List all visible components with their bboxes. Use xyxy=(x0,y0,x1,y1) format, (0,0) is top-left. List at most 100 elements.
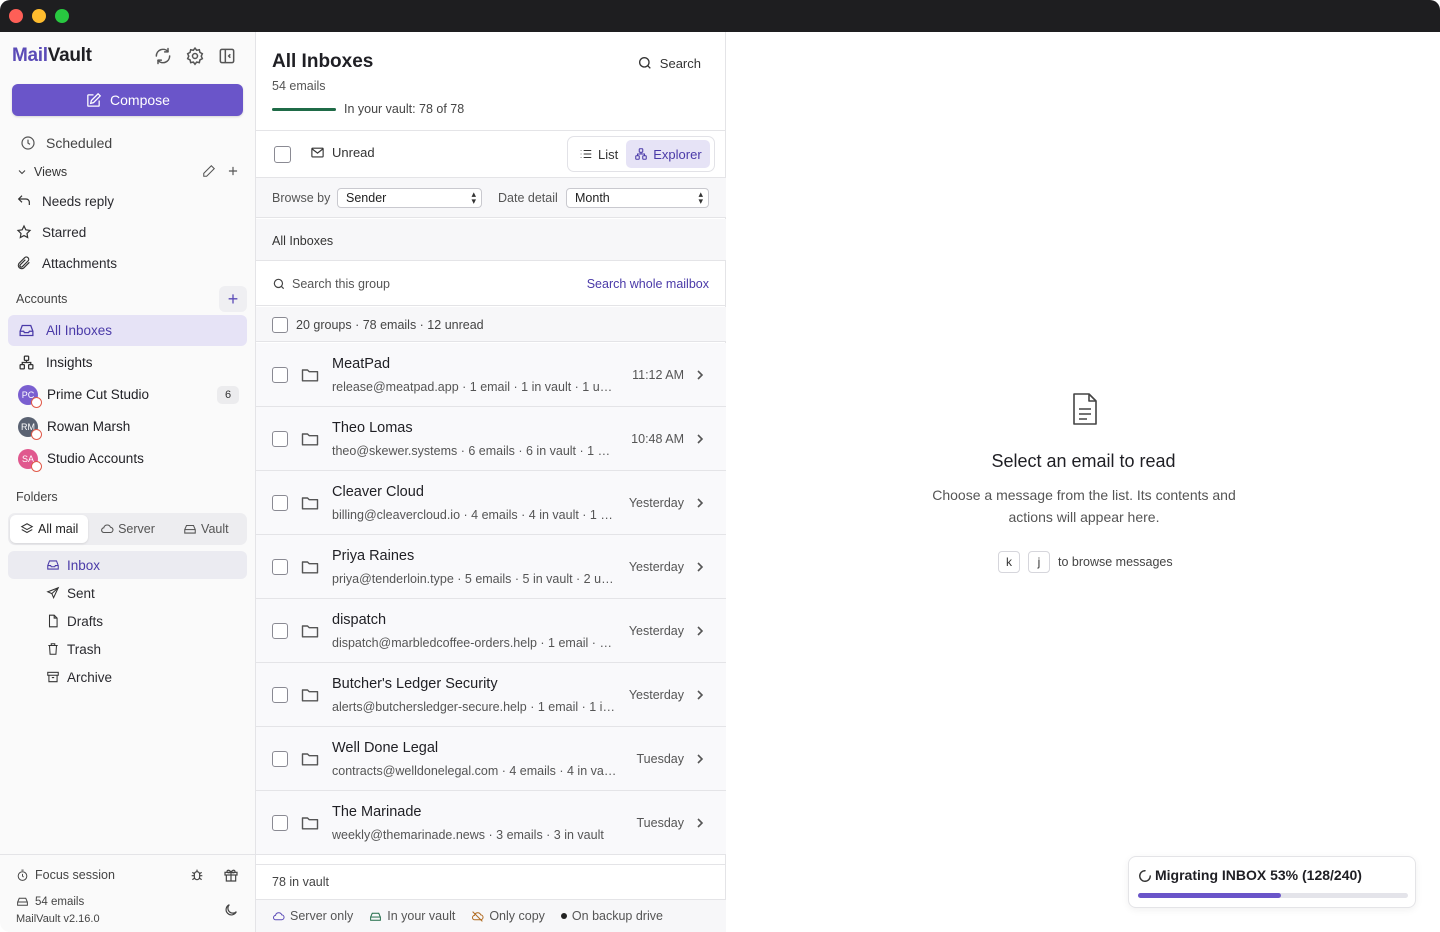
key-j: j xyxy=(1028,551,1050,573)
vault-icon xyxy=(184,524,196,534)
select-groups-checkbox[interactable] xyxy=(272,317,288,333)
dot-icon xyxy=(560,913,567,919)
search-button[interactable]: Search xyxy=(637,55,701,71)
gear-icon[interactable] xyxy=(185,46,205,66)
sidebar-item-label: Scheduled xyxy=(46,135,113,151)
search-group-input[interactable]: Search this group xyxy=(292,277,390,291)
row-time: 11:12 AM xyxy=(632,368,684,382)
select-all-checkbox[interactable] xyxy=(274,146,291,163)
list-item[interactable]: Cleaver Cloud billing@cleavercloud.io · 4… xyxy=(256,471,726,535)
folder-drafts[interactable]: Drafts xyxy=(8,607,247,635)
folder-icon xyxy=(301,689,319,702)
folders-heading: Folders xyxy=(16,490,58,504)
list-item[interactable]: Well Done Legal contracts@welldonelegal.c… xyxy=(256,727,726,791)
sidebar-collapse-icon[interactable] xyxy=(217,46,237,66)
sidebar-item-scheduled[interactable]: Scheduled xyxy=(20,129,256,157)
row-checkbox[interactable] xyxy=(272,751,288,767)
browse-by-select[interactable]: Sender ▴ ▾ xyxy=(337,188,482,208)
sender-meta: priya@tenderloin.type · 5 emails · 5 in … xyxy=(332,572,617,586)
date-detail-select[interactable]: Month ▴ ▾ xyxy=(566,188,709,208)
row-checkbox[interactable] xyxy=(272,687,288,703)
folder-inbox[interactable]: Inbox xyxy=(8,551,247,579)
row-checkbox[interactable] xyxy=(272,559,288,575)
list-item[interactable]: dispatch dispatch@marbledcoffee-orders.he… xyxy=(256,599,726,663)
explorer-view-button[interactable]: Explorer xyxy=(626,140,710,168)
vault-icon xyxy=(17,897,28,906)
title-bar xyxy=(0,0,1440,32)
migration-progress-bar xyxy=(1138,893,1408,898)
chevron-right-icon[interactable] xyxy=(694,688,706,702)
page-title: All Inboxes xyxy=(272,51,374,72)
row-checkbox[interactable] xyxy=(272,367,288,383)
refresh-icon[interactable] xyxy=(153,46,173,66)
account-all-inboxes[interactable]: All Inboxes xyxy=(8,315,247,346)
views-section-header[interactable]: Views xyxy=(16,162,248,182)
star-icon xyxy=(16,224,32,239)
list-item[interactable]: The Marinade weekly@themarinade.news · 3 … xyxy=(256,791,726,855)
trash-icon xyxy=(48,643,58,655)
account-studio-accounts[interactable]: SA Studio Accounts xyxy=(8,443,247,474)
tab-vault[interactable]: Vault xyxy=(167,515,245,543)
folder-trash[interactable]: Trash xyxy=(8,635,247,663)
list-item[interactable]: Priya Raines priya@tenderloin.type · 5 em… xyxy=(256,535,726,599)
folder-sent[interactable]: Sent xyxy=(8,579,247,607)
account-rowan-marsh[interactable]: RM Rowan Marsh xyxy=(8,411,247,442)
sender-meta: billing@cleavercloud.io · 4 emails · 4 i… xyxy=(332,508,617,522)
row-time: Yesterday xyxy=(628,624,684,638)
row-time: Yesterday xyxy=(628,496,684,510)
empty-state-title: Select an email to read xyxy=(991,451,1176,471)
chevron-right-icon[interactable] xyxy=(694,752,706,766)
list-item[interactable]: MeatPad release@meatpad.app · 1 email · 1… xyxy=(256,343,726,407)
group-breadcrumb: All Inboxes xyxy=(256,219,726,261)
sidebar-item-needs-reply[interactable]: Needs reply xyxy=(16,187,252,215)
sender-meta: alerts@butchersledger-secure.help · 1 em… xyxy=(332,700,617,714)
gift-icon[interactable] xyxy=(223,867,239,883)
chevron-right-icon[interactable] xyxy=(694,560,706,574)
vault-count-footer: 78 in vault xyxy=(256,864,726,899)
select-caret-icon: ▴ ▾ xyxy=(471,189,476,206)
chevron-right-icon[interactable] xyxy=(694,624,706,638)
plus-icon[interactable] xyxy=(226,164,240,178)
reading-pane: Select an email to read Choose a message… xyxy=(727,32,1440,932)
sender-meta: dispatch@marbledcoffee-orders.help · 1 e… xyxy=(332,636,617,650)
compose-button[interactable]: Compose xyxy=(12,84,243,116)
chevron-down-icon xyxy=(18,170,26,175)
moon-icon[interactable] xyxy=(223,902,239,918)
close-window-button[interactable] xyxy=(9,9,23,23)
chevron-right-icon[interactable] xyxy=(694,816,706,830)
folder-icon xyxy=(301,497,319,510)
list-view-button[interactable]: List xyxy=(571,140,626,168)
unread-filter-button[interactable]: Unread xyxy=(310,145,375,160)
sidebar-item-starred[interactable]: Starred xyxy=(16,218,252,246)
zoom-window-button[interactable] xyxy=(55,9,69,23)
sender-name: dispatch xyxy=(332,612,387,628)
chevron-right-icon[interactable] xyxy=(694,496,706,510)
row-checkbox[interactable] xyxy=(272,495,288,511)
sidebar-item-attachments[interactable]: Attachments xyxy=(16,249,252,277)
chevron-right-icon[interactable] xyxy=(694,432,706,446)
legend-backup-drive: On backup drive xyxy=(560,909,663,923)
account-insights[interactable]: Insights xyxy=(8,347,247,378)
tab-server[interactable]: Server xyxy=(88,515,166,543)
folder-archive[interactable]: Archive xyxy=(8,663,247,691)
folder-icon xyxy=(301,817,319,830)
account-prime-cut-studio[interactable]: PC Prime Cut Studio 6 xyxy=(8,379,247,410)
keyboard-hint-text: to browse messages xyxy=(1058,555,1173,569)
row-checkbox[interactable] xyxy=(272,623,288,639)
archive-icon xyxy=(47,671,59,683)
avatar: PC xyxy=(18,384,42,408)
list-item[interactable]: Theo Lomas theo@skewer.systems · 6 emails… xyxy=(256,407,726,471)
tab-all-mail[interactable]: All mail xyxy=(10,515,89,543)
minimize-window-button[interactable] xyxy=(32,9,46,23)
row-checkbox[interactable] xyxy=(272,815,288,831)
focus-session-button[interactable]: Focus session xyxy=(16,868,115,882)
list-item[interactable]: Butcher's Ledger Security alerts@butchers… xyxy=(256,663,726,727)
row-checkbox[interactable] xyxy=(272,431,288,447)
inbox-icon xyxy=(47,560,59,570)
sync-warning-icon xyxy=(31,396,42,408)
chevron-right-icon[interactable] xyxy=(694,368,706,382)
bug-icon[interactable] xyxy=(189,867,205,883)
search-whole-mailbox-link[interactable]: Search whole mailbox xyxy=(587,277,709,291)
add-account-button[interactable]: + xyxy=(219,286,247,312)
pencil-icon[interactable] xyxy=(202,164,216,178)
